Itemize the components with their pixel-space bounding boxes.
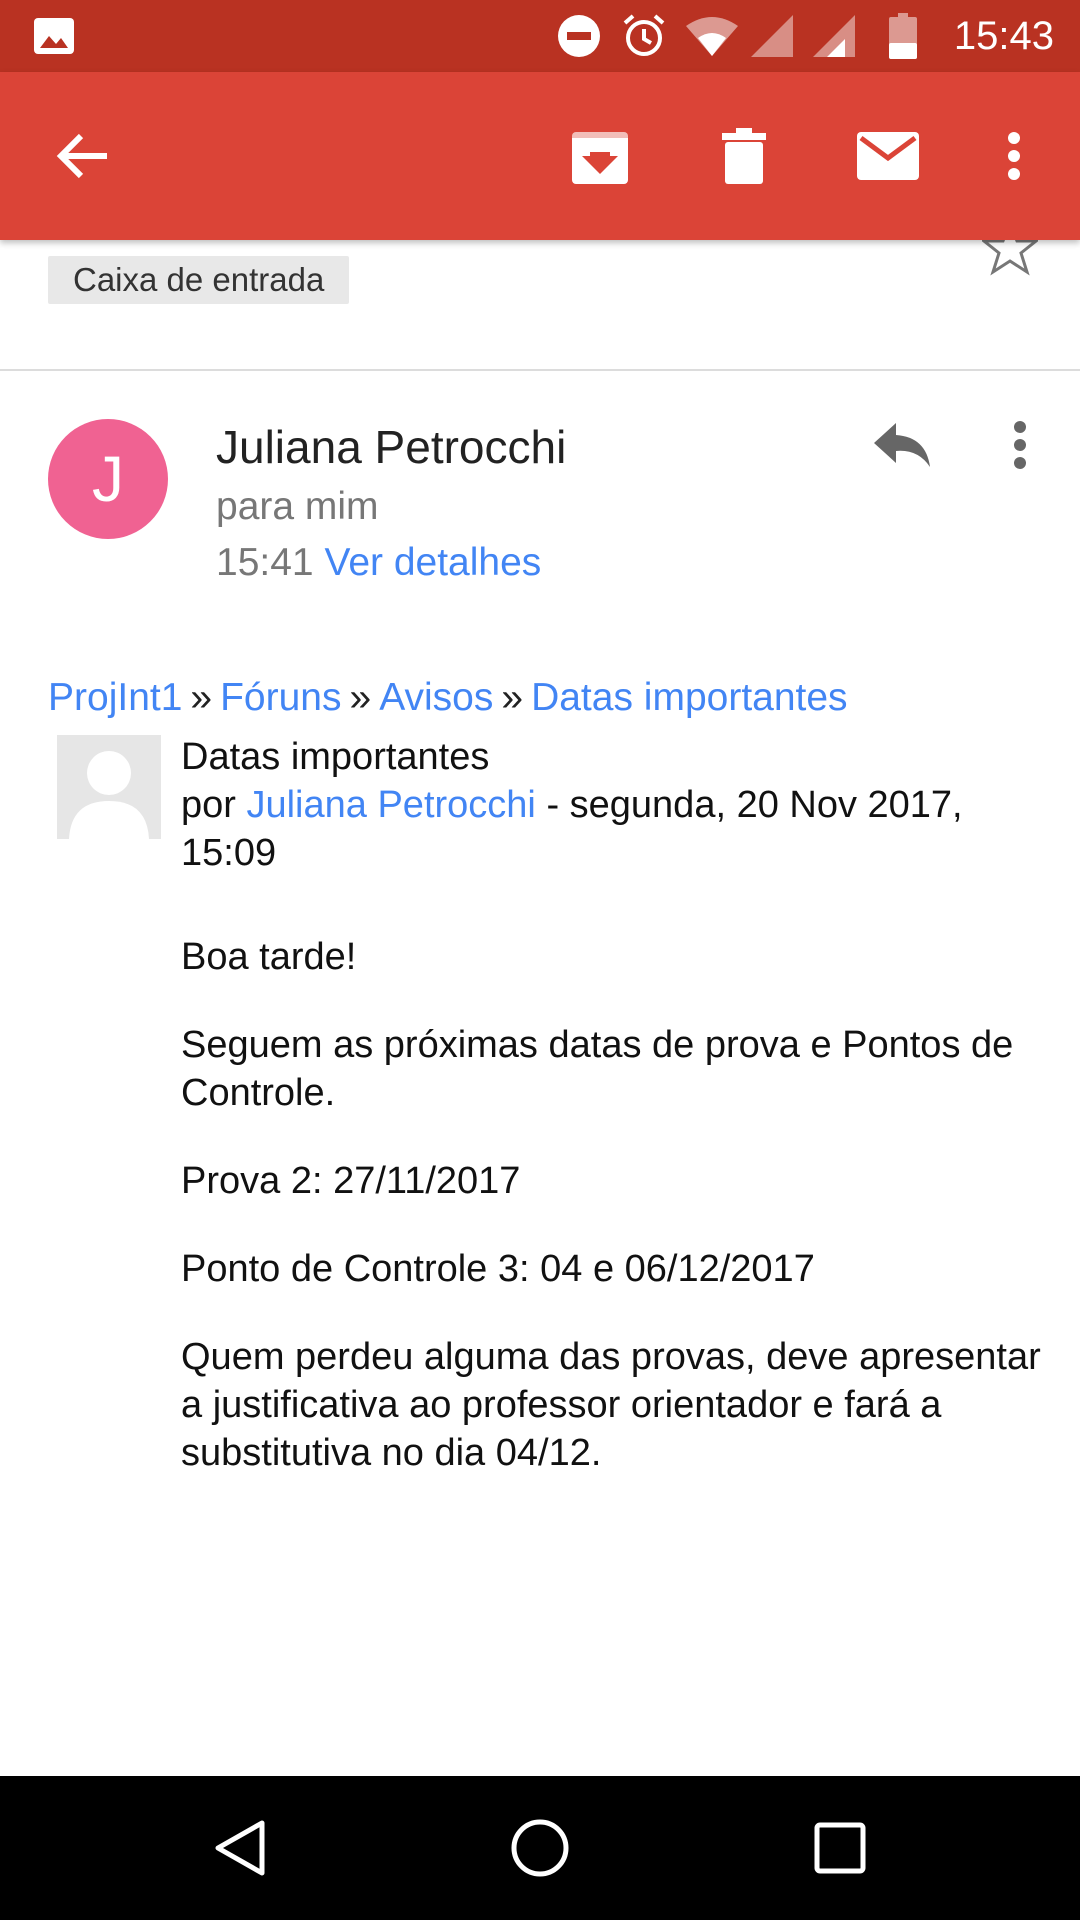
do-not-disturb-icon <box>556 0 602 72</box>
breadcrumb-separator: » <box>190 676 213 719</box>
app-toolbar <box>0 72 1080 240</box>
status-clock: 15:43 <box>953 14 1054 58</box>
nav-home-icon[interactable] <box>490 1808 590 1888</box>
post-paragraph: Quem perdeu alguma das provas, deve apre… <box>181 1336 1041 1474</box>
message-more-icon[interactable] <box>1000 410 1040 480</box>
breadcrumb-separator: » <box>349 676 372 719</box>
message-time: 15:41 <box>216 541 314 584</box>
post-body: Boa tarde! Seguem as próximas datas de p… <box>181 933 1041 1517</box>
wifi-icon <box>686 0 738 72</box>
archive-icon[interactable] <box>550 106 650 206</box>
mark-unread-icon[interactable] <box>838 106 938 206</box>
breadcrumb: ProjInt1» Fóruns» Avisos» Datas importantes <box>48 676 848 720</box>
breadcrumb-projint1[interactable]: ProjInt1 <box>48 676 182 719</box>
image-icon <box>34 0 74 72</box>
divider <box>0 369 1080 371</box>
nav-back-icon[interactable] <box>190 1808 290 1888</box>
post-title: Datas importantes <box>181 736 490 778</box>
status-bar: 15:43 <box>0 0 1080 72</box>
breadcrumb-datas-importantes[interactable]: Datas importantes <box>531 676 847 719</box>
label-chip[interactable]: Caixa de entrada <box>48 256 350 304</box>
breadcrumb-avisos[interactable]: Avisos <box>379 676 493 719</box>
post-author-avatar <box>57 735 161 839</box>
post-paragraph: Prova 2: 27/11/2017 <box>181 1160 521 1202</box>
post-paragraph: Boa tarde! <box>181 936 357 978</box>
sender-name: Juliana Petrocchi <box>216 421 567 473</box>
post-byline: por Juliana Petrocchi - segunda, 20 Nov … <box>181 781 1031 877</box>
post-by-prefix: por <box>181 784 236 826</box>
battery-icon <box>888 0 918 72</box>
reply-icon[interactable] <box>862 410 942 480</box>
signal-icon <box>812 0 856 72</box>
nav-recents-icon[interactable] <box>790 1808 890 1888</box>
breadcrumb-separator: » <box>501 676 524 719</box>
breadcrumb-foruns[interactable]: Fóruns <box>220 676 341 719</box>
message-meta: 15:41 Ver detalhes <box>216 541 541 585</box>
post-paragraph: Ponto de Controle 3: 04 e 06/12/2017 <box>181 1248 815 1290</box>
system-nav-bar <box>0 1776 1080 1920</box>
post-author-link[interactable]: Juliana Petrocchi <box>246 784 535 826</box>
post-paragraph: Seguem as próximas datas de prova e Pont… <box>181 1024 1014 1114</box>
back-arrow-icon[interactable] <box>32 106 132 206</box>
more-vert-icon[interactable] <box>964 106 1064 206</box>
post-header: Datas importantes por Juliana Petrocchi … <box>181 733 1031 877</box>
alarm-icon <box>620 0 668 72</box>
sender-avatar[interactable]: J <box>48 419 168 539</box>
recipient-text: para mim <box>216 485 379 528</box>
view-details-link[interactable]: Ver detalhes <box>324 541 541 584</box>
signal-icon <box>750 0 794 72</box>
delete-icon[interactable] <box>694 106 794 206</box>
